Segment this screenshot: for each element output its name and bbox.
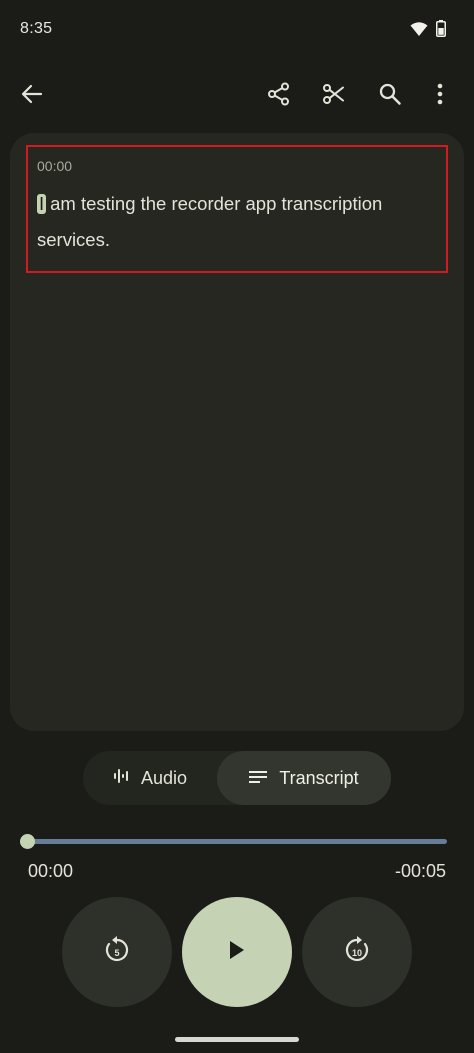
transcript-text[interactable]: Iam testing the recorder app transcripti… — [37, 186, 437, 258]
more-vert-icon — [437, 83, 443, 110]
transcript-tab[interactable]: Transcript — [217, 751, 391, 805]
home-indicator[interactable] — [175, 1037, 299, 1042]
current-word[interactable]: I — [37, 194, 47, 214]
rewind-button[interactable]: 5 — [62, 897, 172, 1007]
back-button[interactable] — [8, 72, 56, 120]
transcript-tab-label: Transcript — [279, 767, 359, 788]
transcript-rest: am testing the recorder app transcriptio… — [37, 193, 383, 250]
audio-tab-label: Audio — [140, 767, 188, 788]
search-button[interactable] — [366, 72, 414, 120]
status-time: 8:35 — [20, 20, 53, 37]
rewind-seconds: 5 — [114, 948, 119, 958]
view-toggle: Audio Transcript — [83, 751, 391, 805]
play-icon — [228, 940, 246, 965]
battery-icon — [436, 20, 446, 42]
remaining-time: -00:05 — [394, 861, 446, 881]
playback-progress-track[interactable] — [27, 839, 447, 844]
play-button[interactable] — [182, 897, 292, 1007]
forward-seconds: 10 — [352, 948, 362, 958]
more-options-button[interactable] — [416, 72, 464, 120]
transcript-timestamp: 00:00 — [37, 158, 73, 174]
forward-button[interactable]: 10 — [302, 897, 412, 1007]
status-icons — [410, 20, 446, 42]
status-bar: 8:35 — [0, 0, 474, 60]
replay-5-icon: 5 — [103, 935, 131, 970]
elapsed-time: 00:00 — [28, 861, 74, 881]
trim-button[interactable] — [310, 72, 358, 120]
search-icon — [378, 82, 402, 111]
notes-icon — [249, 768, 268, 789]
audio-tab[interactable]: Audio — [83, 751, 217, 805]
share-button[interactable] — [255, 72, 303, 120]
forward-10-icon: 10 — [343, 935, 371, 970]
scissors-icon — [322, 82, 346, 111]
top-app-bar — [0, 72, 474, 120]
share-icon — [267, 82, 291, 111]
waveform-icon — [113, 767, 131, 790]
back-arrow-icon — [21, 83, 43, 110]
wifi-icon — [410, 21, 428, 42]
playback-progress-thumb[interactable] — [19, 834, 35, 849]
